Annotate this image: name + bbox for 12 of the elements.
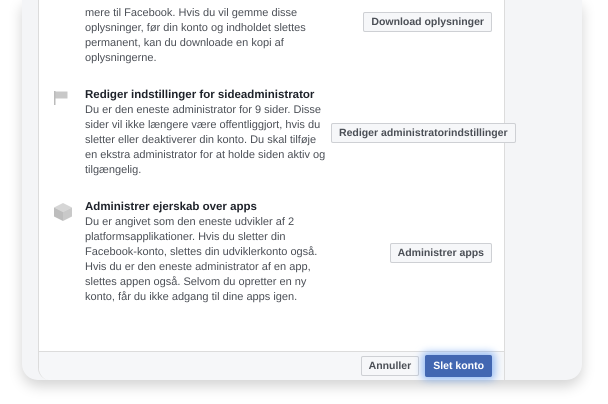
delete-account-button[interactable]: Slet konto xyxy=(425,355,492,377)
action-button[interactable]: Rediger administratorindstillinger xyxy=(331,123,516,143)
action-button[interactable]: Download oplysninger xyxy=(363,12,492,32)
section-description: mere til Facebook. Hvis du vil gemme disse oplysninger, før din konto og indholdet slettes permanent, kan du downloade en kopi af oplysningerne. xyxy=(85,6,307,66)
section-description: Du er den eneste administrator for 9 sider. Disse sider vil ikke længere være offentliggjort, hvis du sletter eller deaktiverer din konto. Du skal tilføje en ekstra administrator for at holde siden aktiv og tilgængelig. xyxy=(85,103,326,178)
section-description: Du er angivet som den eneste udvikler af 2 platformsapplikationer. Hvis du sletter din Facebook-konto, slettes din udviklerkonto også. Hvis du er den eneste administrator af en app, slettes appen også. Selvom du opretter en ny konto, får du ikke adgang til dine apps igen. xyxy=(85,215,318,305)
section-title: Rediger indstillinger for sideadministrator xyxy=(85,88,316,103)
section-title: Administrer ejerskab over apps xyxy=(85,200,258,215)
action-button[interactable]: Administrer apps xyxy=(390,242,492,262)
cube-icon xyxy=(53,202,73,222)
flag-icon xyxy=(53,90,69,106)
cancel-button[interactable]: Annuller xyxy=(360,356,420,376)
